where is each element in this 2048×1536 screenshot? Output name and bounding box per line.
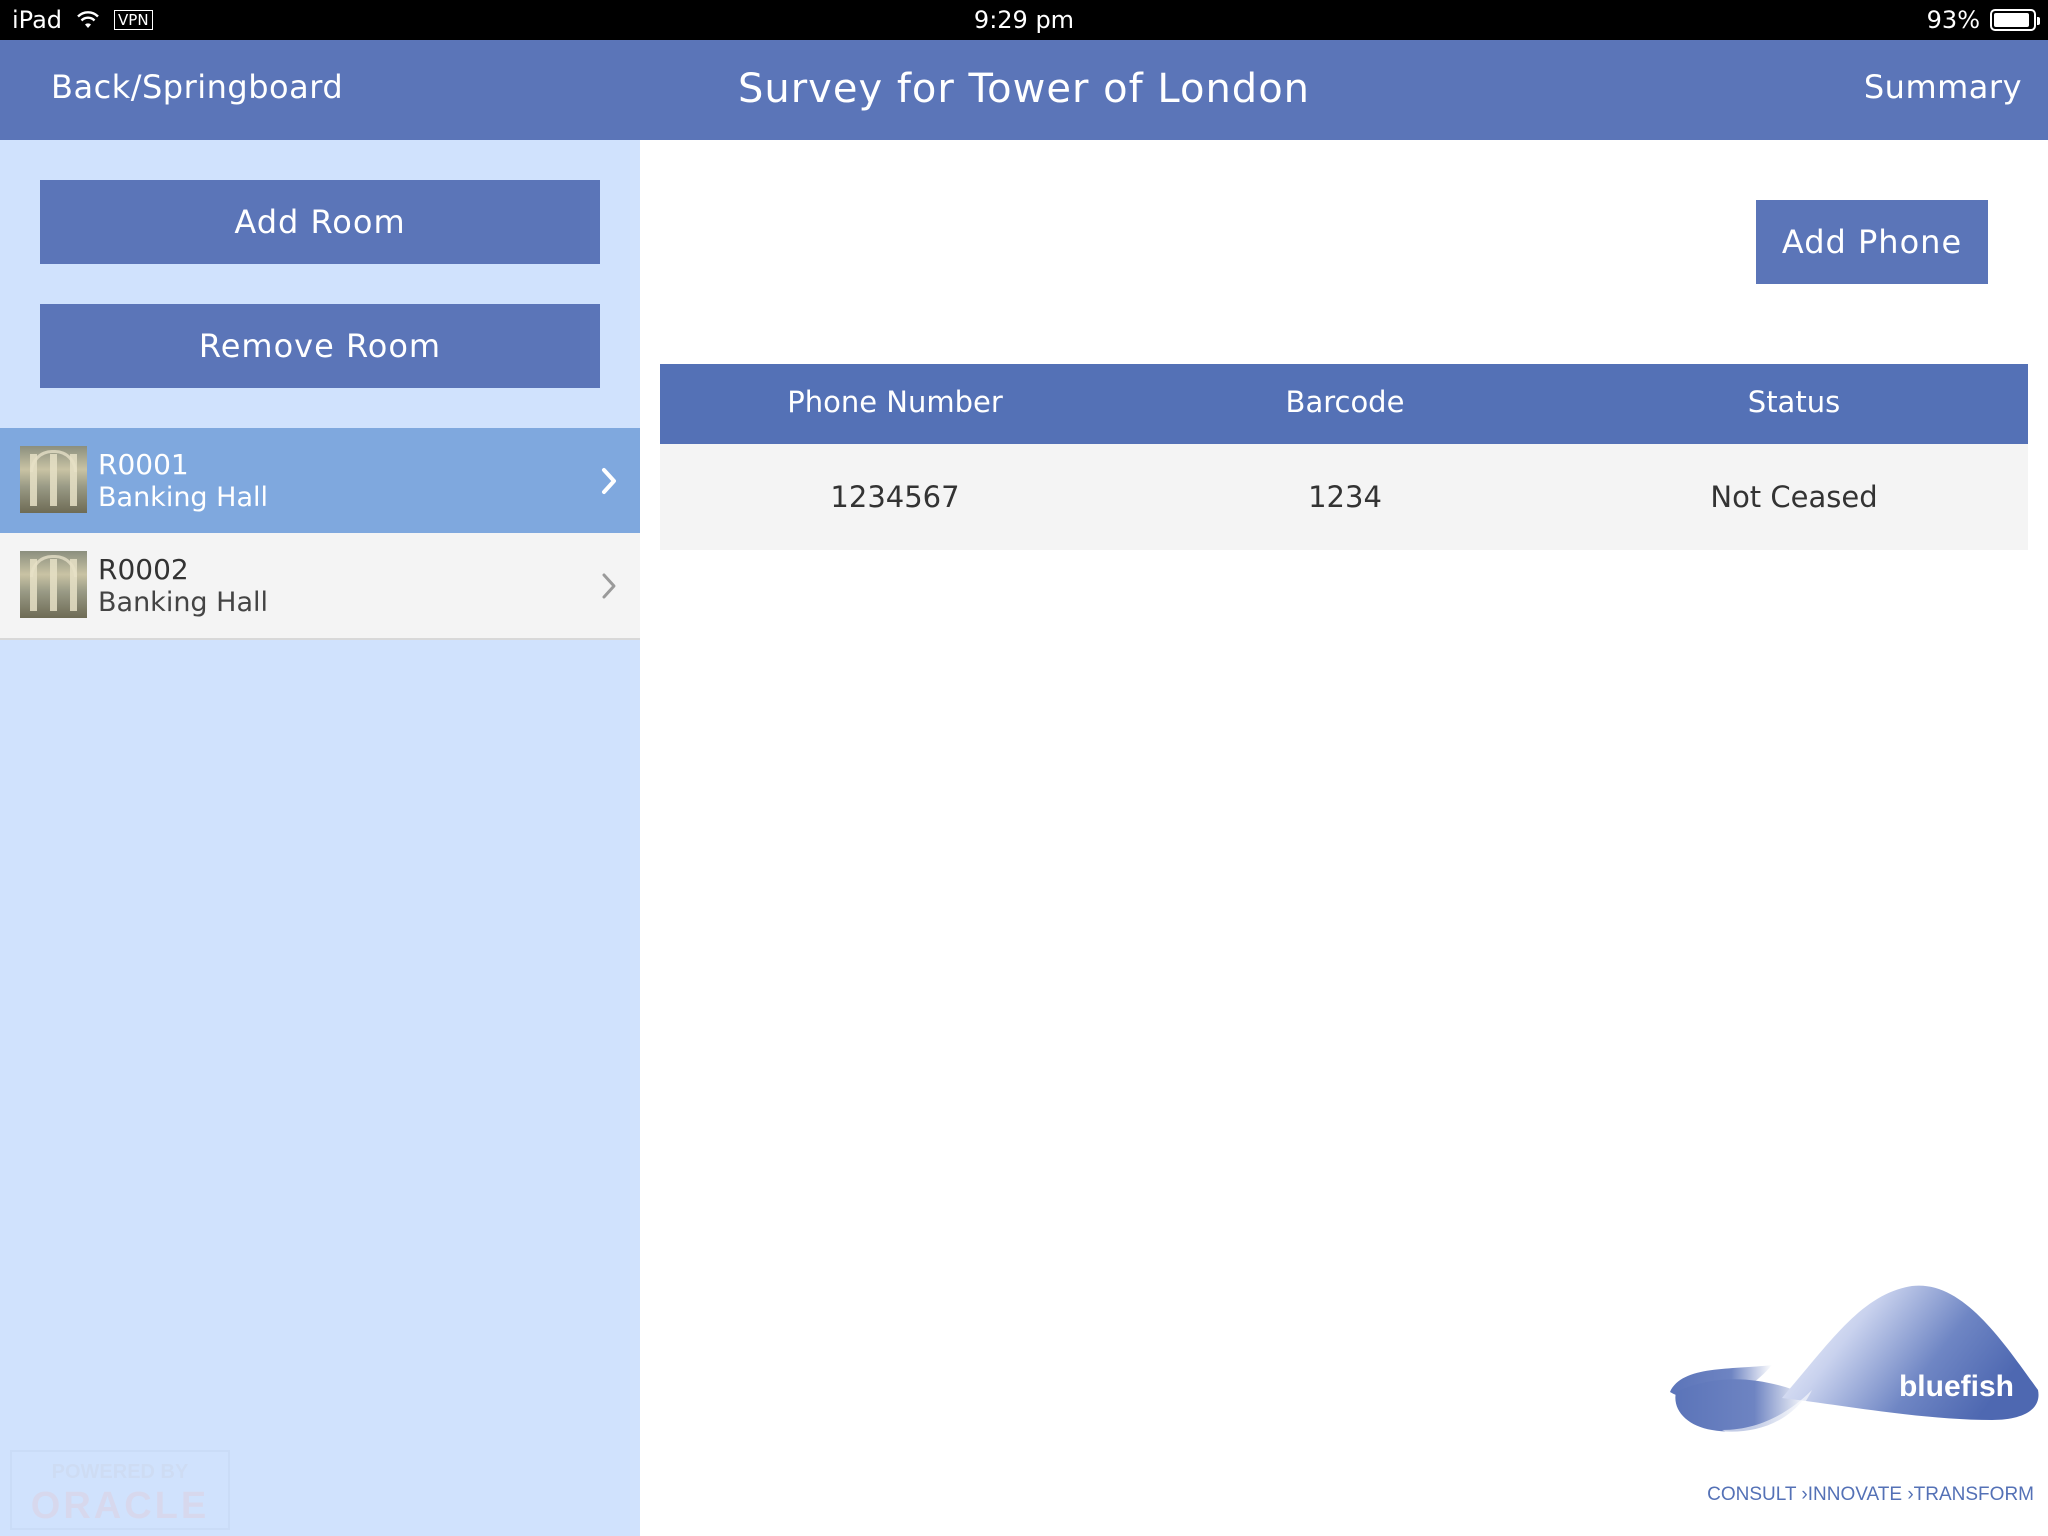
room-list-item[interactable]: R0001 Banking Hall [0, 428, 640, 533]
add-room-button[interactable]: Add Room [40, 180, 600, 264]
back-springboard-button[interactable]: Back/Springboard [51, 68, 343, 106]
column-header-barcode: Barcode [1285, 385, 1405, 419]
bluefish-brand-text: bluefish [1899, 1370, 2014, 1403]
chevron-right-icon [602, 468, 616, 494]
oracle-powered-by-logo: POWERED BY ORACLE [10, 1450, 230, 1530]
main-content: Add Phone Phone Number Barcode Status 12… [640, 140, 2048, 1536]
room-list-item[interactable]: R0002 Banking Hall [0, 533, 640, 640]
powered-by-text: POWERED BY [52, 1461, 189, 1483]
battery-icon [1990, 9, 2040, 31]
cell-barcode: 1234 [1308, 480, 1382, 514]
remove-room-button[interactable]: Remove Room [40, 304, 600, 388]
column-header-phone-number: Phone Number [787, 385, 1003, 419]
status-time: 9:29 pm [973, 6, 1075, 34]
room-name: Banking Hall [98, 482, 269, 513]
battery-fill [1994, 13, 2030, 27]
bluefish-tagline: CONSULT ›INNOVATE ›TRANSFORM [1707, 1484, 2034, 1505]
room-id: R0001 [98, 448, 189, 481]
phone-table: Phone Number Barcode Status 1234567 1234… [660, 364, 2028, 550]
oracle-text: ORACLE [31, 1485, 209, 1527]
table-row[interactable]: 1234567 1234 Not Ceased [660, 444, 2028, 550]
table-header: Phone Number Barcode Status [660, 364, 2028, 444]
add-phone-button[interactable]: Add Phone [1756, 200, 1988, 284]
bluefish-logo: bluefish CONSULT ›INNOVATE ›TRANSFORM [1670, 1285, 2039, 1505]
cell-status: Not Ceased [1710, 480, 1878, 514]
status-bar: iPad VPN 9:29 pm 93% [0, 0, 2048, 40]
status-bar-right: 93% [1926, 6, 2040, 34]
cell-phone-number: 1234567 [830, 480, 960, 514]
navigation-bar: Back/Springboard Survey for Tower of Lon… [0, 40, 2048, 140]
room-thumbnail [20, 446, 87, 513]
chevron-right-icon [602, 573, 616, 599]
sidebar: Add Room Remove Room R0001 Banking Hall [0, 140, 640, 1536]
room-id: R0002 [98, 553, 189, 586]
battery-percent: 93% [1926, 6, 1980, 34]
room-thumbnail [20, 551, 87, 618]
column-header-status: Status [1747, 385, 1841, 419]
room-list: R0001 Banking Hall R0002 Banking Hall [0, 428, 640, 640]
summary-button[interactable]: Summary [1864, 68, 2022, 106]
room-name: Banking Hall [98, 587, 269, 618]
